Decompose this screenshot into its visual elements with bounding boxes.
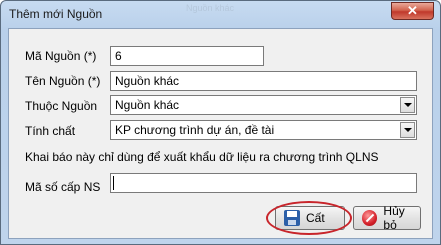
thuoc-nguon-select[interactable]: Nguồn khác [110,95,417,115]
tinh-chat-select[interactable]: KP chương trình dự án, đề tài [110,120,417,140]
form-panel: Mã Nguồn (*) 6 Tên Nguồn (*) Nguồn khác … [8,28,433,239]
background-window-title: Nguồn khác [186,3,235,13]
thuoc-nguon-label: Thuộc Nguồn [25,99,98,113]
export-note: Khai báo này chỉ dùng để xuất khẩu dữ li… [25,150,379,164]
window-title: Thêm mới Nguồn [9,7,103,21]
ma-so-cap-ns-input[interactable] [110,173,417,193]
close-icon: ✕ [407,3,418,18]
ma-nguon-label: Mã Nguồn (*) [25,49,97,63]
ten-nguon-input[interactable]: Nguồn khác [110,71,417,91]
ten-nguon-label: Tên Nguồn (*) [25,74,101,88]
ma-nguon-input[interactable]: 6 [110,46,264,66]
dialog-window: Thêm mới Nguồn Nguồn khác ✕ Mã Nguồn (*)… [0,0,441,245]
text-caret [113,176,114,190]
thuoc-nguon-value: Nguồn khác [115,98,180,112]
highlight-ellipse [266,201,352,235]
cancel-button[interactable]: Hủy bỏ [353,204,421,232]
tinh-chat-dropdown-button[interactable] [400,122,415,138]
chevron-down-icon [403,103,412,107]
cancel-button-label: Hủy bỏ [383,204,405,232]
no-entry-icon [362,210,378,226]
chevron-down-icon [403,128,412,132]
tinh-chat-label: Tính chất [25,124,76,138]
close-button[interactable]: ✕ [391,2,434,20]
title-bar[interactable]: Thêm mới Nguồn Nguồn khác ✕ [1,1,440,27]
thuoc-nguon-dropdown-button[interactable] [400,97,415,113]
tinh-chat-value: KP chương trình dự án, đề tài [115,123,275,137]
ma-so-cap-ns-label: Mã số cấp NS [25,180,101,194]
